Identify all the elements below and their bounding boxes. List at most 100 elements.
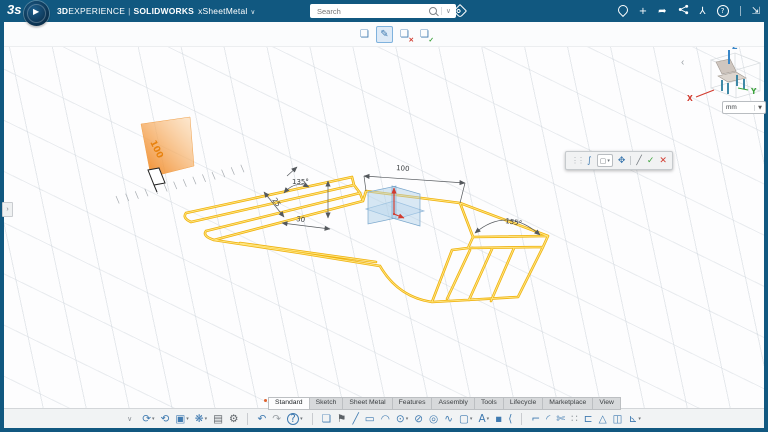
text-tool-icon[interactable]: A▾ xyxy=(478,411,489,427)
trim-tool-icon[interactable]: ✄ xyxy=(556,411,565,427)
accept-icon-glyph: ✓ xyxy=(647,156,655,166)
revise-icon[interactable]: ⟲ xyxy=(161,411,170,427)
three-point-arc-icon[interactable]: ⟨ xyxy=(508,411,512,427)
top-bar: 3s ▶ 3DEXPERIENCE|SOLIDWORKSxSheetMetal∨… xyxy=(0,0,768,22)
units-value: mm xyxy=(726,104,737,111)
line-tool-icon[interactable]: ╱ xyxy=(352,411,358,427)
update-icon[interactable]: ❋▾ xyxy=(195,411,207,427)
arc-tool-icon-glyph: ◠ xyxy=(381,414,390,425)
dropdown-caret-icon[interactable]: ▾ xyxy=(487,416,490,422)
ellipse-tool-icon-glyph: ⊘ xyxy=(414,414,423,425)
plane-icon[interactable]: ❏ xyxy=(356,26,373,43)
circle-tool-icon-glyph: ⊙ xyxy=(396,414,405,425)
toolbar-grip[interactable]: ⋮⋮ xyxy=(571,156,583,165)
save-icon[interactable]: ▣▾ xyxy=(175,411,188,427)
help-icon[interactable]: ? xyxy=(717,5,729,18)
tab-marketplace[interactable]: Marketplace xyxy=(542,397,592,410)
play-icon: ▶ xyxy=(33,8,39,16)
rectangle-tool-icon[interactable]: ▭ xyxy=(365,411,375,427)
app-name[interactable]: xSheetMetal xyxy=(198,6,247,16)
right-panel-collapse[interactable]: ‹ xyxy=(681,58,684,68)
style-dropdown-glyph: ▢ xyxy=(600,157,607,165)
fillet-tool-icon[interactable]: ◜ xyxy=(546,411,550,427)
spline-tool-icon[interactable]: ∿ xyxy=(444,411,453,427)
smart-dimension-icon[interactable]: ⚑ xyxy=(337,411,346,427)
resize-icon-glyph: ⇲ xyxy=(752,6,760,17)
search-caret-icon[interactable]: ∨ xyxy=(441,7,451,15)
left-panel-expander[interactable]: › xyxy=(2,202,13,217)
project-curve-icon[interactable]: ⊾▾ xyxy=(629,411,641,427)
floating-toolbar-icons: ∫ ▢▾ ✥ ╱ ✓ ✕ xyxy=(587,154,667,167)
units-dropdown[interactable]: mm ▼ xyxy=(722,101,766,114)
separator xyxy=(521,413,522,425)
exit-sketch-accept-icon[interactable]: ❏✓ xyxy=(416,26,433,43)
smart-dimension-icon-glyph: ⚑ xyxy=(337,414,346,425)
cancel-icon[interactable]: ✕ xyxy=(659,156,667,166)
dropdown-caret-icon[interactable]: ▾ xyxy=(470,416,473,422)
app-title: 3DEXPERIENCE|SOLIDWORKSxSheetMetal∨ xyxy=(57,0,255,24)
search-icon[interactable] xyxy=(429,7,437,15)
tab-lifecycle[interactable]: Lifecycle xyxy=(503,397,542,410)
tab-tools[interactable]: Tools xyxy=(474,397,503,410)
arc-tool-icon[interactable]: ◠ xyxy=(381,411,390,427)
compass-icon[interactable]: ▶ xyxy=(24,1,49,26)
settings-gear-icon[interactable]: ⚙ xyxy=(229,411,238,427)
perimeter-circle-icon[interactable]: ◎ xyxy=(429,411,438,427)
undo-icon[interactable]: ↶ xyxy=(257,411,266,427)
add-icon[interactable]: + xyxy=(639,6,647,17)
point-tool-icon[interactable]: ▪ xyxy=(495,411,502,427)
convert-entities-icon[interactable]: ◫ xyxy=(613,411,623,427)
brand-3d: 3D xyxy=(57,6,68,16)
sync-icon[interactable]: ⟳▾ xyxy=(142,411,154,427)
tab-assembly[interactable]: Assembly xyxy=(431,397,473,410)
tab-sheet-metal[interactable]: Sheet Metal xyxy=(342,397,391,410)
separator xyxy=(630,156,631,165)
tab-features[interactable]: Features xyxy=(392,397,432,410)
offset-tool-icon[interactable]: ⊏ xyxy=(584,411,593,427)
tab-standard[interactable]: Standard xyxy=(268,397,309,410)
undo-icon-glyph: ↶ xyxy=(257,414,266,425)
exit-sketch-discard-icon[interactable]: ❏✕ xyxy=(396,26,413,43)
ellipse-tool-icon[interactable]: ⊘ xyxy=(414,411,423,427)
pin-icon[interactable] xyxy=(618,5,628,18)
help-circle-icon[interactable]: ?▾ xyxy=(287,411,303,427)
share-icon[interactable]: ➦ xyxy=(658,6,666,17)
resize-icon[interactable]: ⇲ xyxy=(752,6,760,17)
dropdown-caret-icon[interactable]: ▾ xyxy=(607,158,610,164)
mirror-tool-icon[interactable]: △ xyxy=(599,411,607,427)
style-dropdown[interactable]: ▢▾ xyxy=(597,154,613,167)
tab-view[interactable]: View xyxy=(592,397,621,410)
help-circle-icon-glyph: ? xyxy=(287,413,299,425)
dropdown-caret-icon[interactable]: ▾ xyxy=(186,416,189,422)
circle-tool-icon[interactable]: ⊙▾ xyxy=(396,411,408,427)
dropdown-caret-icon[interactable]: ▾ xyxy=(638,416,641,422)
sketch-select-icon[interactable]: ✎ xyxy=(376,26,393,43)
slot-tool-icon[interactable]: ▢▾ xyxy=(459,411,472,427)
dropdown-caret-icon[interactable]: ▾ xyxy=(300,416,303,422)
tab-sketch[interactable]: Sketch xyxy=(309,397,343,410)
bottom-toolbar: ∨⟳▾⟲▣▾❋▾▤⚙↶↷?▾❏⚑╱▭◠⊙▾⊘◎∿▢▾A▾▪⟨⌐◜✄∷⊏△◫⊾▾ xyxy=(4,408,764,429)
dropdown-caret-icon[interactable]: ▾ xyxy=(205,416,208,422)
app-window: 3s ▶ 3DEXPERIENCE|SOLIDWORKSxSheetMetal∨… xyxy=(0,0,768,432)
measure-line-icon-glyph: ╱ xyxy=(636,156,641,166)
units-caret-icon[interactable]: ▼ xyxy=(754,105,762,111)
search-box[interactable]: ∨ xyxy=(310,4,456,18)
dropdown-caret-icon[interactable]: ▾ xyxy=(406,416,409,422)
search-input[interactable] xyxy=(315,6,425,17)
toolbar-collapse-chevron[interactable]: ∨ xyxy=(127,415,132,423)
flange-tool-icon[interactable]: ∫ xyxy=(587,156,592,166)
accept-icon[interactable]: ✓ xyxy=(647,156,655,166)
app-caret-icon[interactable]: ∨ xyxy=(251,9,256,16)
play-media-icon[interactable]: ⅄ xyxy=(700,6,706,17)
measure-line-icon[interactable]: ╱ xyxy=(636,156,641,166)
dropdown-caret-icon[interactable]: ▾ xyxy=(152,416,155,422)
new-sketch-icon[interactable]: ❏ xyxy=(322,411,331,427)
move-icon[interactable]: ✥ xyxy=(618,156,626,166)
viewport-grid[interactable] xyxy=(4,46,764,428)
context-strip: ❏✎❏✕❏✓ xyxy=(4,22,764,47)
redo-icon[interactable]: ↷ xyxy=(272,411,281,427)
pattern-tool-icon[interactable]: ∷ xyxy=(571,411,578,427)
print-icon[interactable]: ▤ xyxy=(213,411,223,427)
corner-tool-icon[interactable]: ⌐ xyxy=(531,411,540,427)
share-nodes-icon[interactable] xyxy=(678,4,689,18)
